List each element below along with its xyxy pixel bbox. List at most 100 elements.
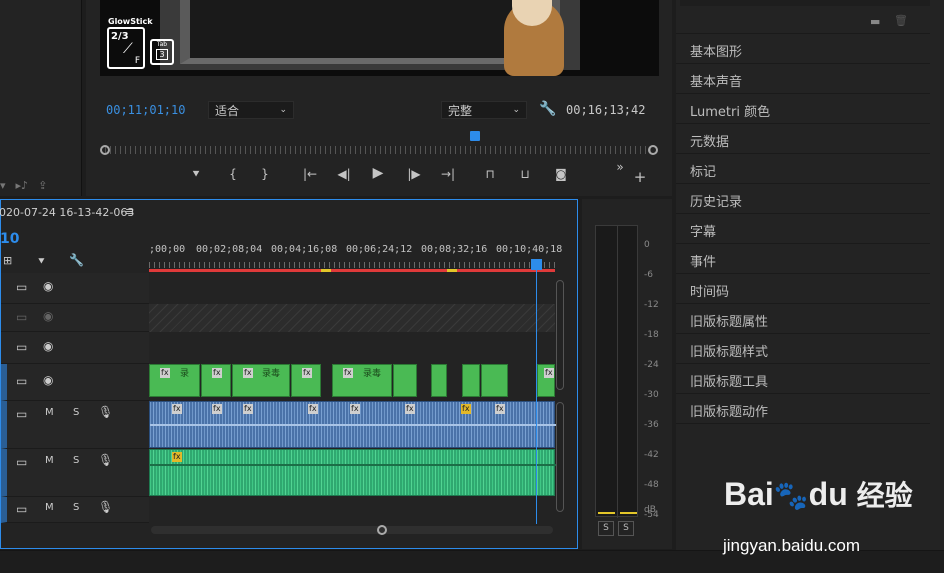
meter-scale: 0 -6 -12 -18 -24 -30 -36 -42 -48 -54 <box>644 230 659 530</box>
time-ruler[interactable]: ;00;00 00;02;08;04 00;04;16;08 00;06;24;… <box>149 242 562 272</box>
track-header-a1[interactable]: ▭ M S 🎙 <box>1 401 149 449</box>
lift-icon[interactable]: ⊓ <box>482 167 498 181</box>
sequence-menu-icon[interactable]: ≡ <box>125 205 134 218</box>
eye-icon[interactable]: ◉ <box>43 339 53 353</box>
trash-icon[interactable]: 🗑 <box>894 14 908 27</box>
eye-icon[interactable]: ◉ <box>43 279 53 293</box>
solo-button[interactable]: S <box>73 455 79 466</box>
film-icon[interactable]: ▭ <box>16 502 27 516</box>
meter-tick: -36 <box>644 420 659 430</box>
video-clip[interactable] <box>481 364 508 397</box>
eye-icon[interactable]: ◉ <box>43 373 53 387</box>
step-back-icon[interactable]: ◀| <box>336 167 352 181</box>
menu-item-events[interactable]: 事件 <box>690 251 716 270</box>
sort-icon[interactable]: ▾ <box>0 179 6 192</box>
menu-item-captions[interactable]: 字幕 <box>690 221 716 240</box>
folder-icon[interactable]: ▬ <box>870 15 880 28</box>
menu-item-timecode[interactable]: 时间码 <box>690 281 729 300</box>
video-clip[interactable] <box>462 364 480 397</box>
folder-up-icon[interactable]: ⇪ <box>38 179 47 192</box>
film-icon[interactable]: ▭ <box>16 310 27 324</box>
settings-wrench-icon[interactable]: 🔧 <box>69 253 84 267</box>
monitor-ruler[interactable] <box>105 146 653 154</box>
menu-item-markers[interactable]: 标记 <box>690 161 716 180</box>
film-icon[interactable]: ▭ <box>16 455 27 469</box>
video-clip[interactable]: fx <box>201 364 231 397</box>
track-header-a3[interactable]: ▭ M S 🎙 <box>1 497 149 523</box>
current-timecode[interactable]: 00;11;01;10 <box>106 103 185 117</box>
ruler-label: 00;04;16;08 <box>271 244 338 255</box>
eye-icon[interactable]: ◉ <box>43 309 53 323</box>
audio-clip-a1[interactable]: fx fx fx fx fx fx fx fx <box>149 401 556 448</box>
solo-left-button[interactable]: S <box>598 521 614 536</box>
track-header-v2[interactable]: ▭ ◉ <box>1 332 149 364</box>
solo-button[interactable]: S <box>73 407 79 418</box>
microphone-icon[interactable]: 🎙 <box>98 453 113 467</box>
quality-dropdown[interactable]: 完整 ⌄ <box>441 101 527 119</box>
microphone-icon[interactable]: 🎙 <box>98 405 113 419</box>
meter-tick: -42 <box>644 450 659 460</box>
wrench-icon[interactable]: 🔧 <box>539 101 556 117</box>
mute-button[interactable]: M <box>45 407 54 418</box>
video-clip[interactable]: fx <box>291 364 321 397</box>
horizontal-zoom-handle[interactable] <box>377 525 387 535</box>
glowstick-key: F <box>134 56 140 66</box>
track-header-v4[interactable]: ▭ ◉ <box>1 273 149 304</box>
video-clip[interactable] <box>393 364 417 397</box>
fit-dropdown[interactable]: 适合 ⌄ <box>208 101 294 119</box>
play-icon[interactable]: ▶ <box>370 165 386 181</box>
more-controls-icon[interactable]: » <box>612 160 628 174</box>
timeline-timecode[interactable]: 10 <box>0 231 19 247</box>
track-v3-locked <box>149 304 555 332</box>
menu-item-essential-sound[interactable]: 基本声音 <box>690 71 742 90</box>
go-to-out-icon[interactable]: →| <box>440 167 456 181</box>
menu-item-legacy-title-actions[interactable]: 旧版标题动作 <box>690 401 768 420</box>
solo-button[interactable]: S <box>73 502 79 513</box>
video-clip[interactable]: fx 录毒 <box>332 364 392 397</box>
extract-icon[interactable]: ⊔ <box>517 167 533 181</box>
render-bar <box>149 269 555 272</box>
menu-item-legacy-title-tools[interactable]: 旧版标题工具 <box>690 371 768 390</box>
film-icon[interactable]: ▭ <box>16 407 27 421</box>
video-clip[interactable]: fx 录 <box>149 364 200 397</box>
film-icon[interactable]: ▭ <box>16 280 27 294</box>
step-forward-icon[interactable]: |▶ <box>406 167 422 181</box>
mark-in-icon[interactable]: { <box>225 167 241 181</box>
menu-item-legacy-title-properties[interactable]: 旧版标题属性 <box>690 311 768 330</box>
mute-button[interactable]: M <box>45 455 54 466</box>
video-scrollbar[interactable] <box>556 280 564 390</box>
audio-clip-a2[interactable]: fx <box>149 449 556 496</box>
menu-item-legacy-title-styles[interactable]: 旧版标题样式 <box>690 341 768 360</box>
go-to-in-icon[interactable]: |← <box>302 167 318 181</box>
track-header-v3[interactable]: ▭ ◉ <box>1 304 149 332</box>
snap-icon[interactable]: ⊞ <box>3 254 12 267</box>
mark-out-icon[interactable]: } <box>257 167 273 181</box>
menu-item-metadata[interactable]: 元数据 <box>690 131 729 150</box>
menu-item-essential-graphics[interactable]: 基本图形 <box>690 41 742 60</box>
add-marker-icon[interactable]: ⯆ <box>188 167 204 182</box>
zoom-handle-left[interactable] <box>100 145 110 155</box>
film-icon[interactable]: ▭ <box>16 340 27 354</box>
video-clip[interactable]: fx <box>537 364 555 397</box>
timeline-playhead[interactable] <box>531 259 542 270</box>
sequence-tab[interactable]: 020-07-24 16-13-42-063 <box>0 206 134 219</box>
track-header-a2[interactable]: ▭ M S 🎙 <box>1 449 149 497</box>
menu-item-history[interactable]: 历史记录 <box>690 191 742 210</box>
microphone-icon[interactable]: 🎙 <box>98 500 113 514</box>
zoom-handle-right[interactable] <box>648 145 658 155</box>
monitor-playhead[interactable] <box>470 131 480 141</box>
track-header-v1[interactable]: ▭ ◉ <box>1 364 149 401</box>
marker-icon[interactable]: ⯆ <box>37 255 46 269</box>
film-icon[interactable]: ▭ <box>16 374 27 388</box>
camera-icon[interactable]: ◙ <box>553 167 569 181</box>
horizontal-scrollbar[interactable] <box>151 526 553 534</box>
audio-scrollbar[interactable] <box>556 402 564 512</box>
add-button-icon[interactable]: + <box>632 168 648 186</box>
program-video-frame[interactable]: GlowStick 2/3 ⟋ F Tab 3 <box>100 0 659 76</box>
mute-button[interactable]: M <box>45 502 54 513</box>
solo-right-button[interactable]: S <box>618 521 634 536</box>
video-clip[interactable]: fx 录毒 <box>232 364 290 397</box>
menu-item-lumetri-color[interactable]: Lumetri 颜色 <box>690 101 770 120</box>
automate-icon[interactable]: ▸♪ <box>16 179 29 192</box>
video-clip[interactable] <box>431 364 447 397</box>
